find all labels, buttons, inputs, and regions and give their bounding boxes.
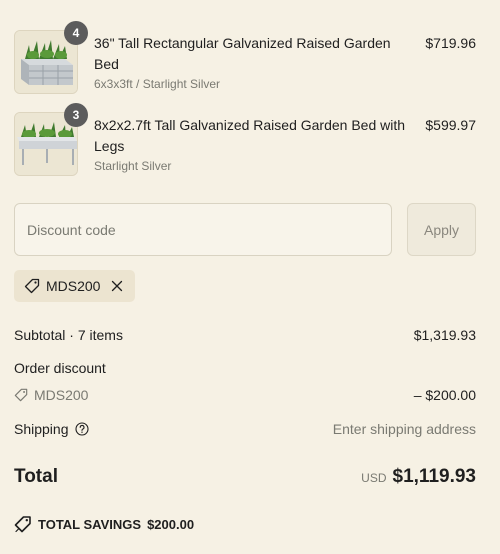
discount-code-label: MDS200 [34,387,89,403]
product-title: 36" Tall Rectangular Galvanized Raised G… [94,35,391,72]
applied-discount-chip: MDS200 [14,270,135,302]
order-discount-label: Order discount [14,360,106,376]
total-label: Total [14,466,58,487]
discount-form: Apply [14,203,476,256]
help-circle-icon[interactable] [74,422,89,436]
shipping-label: Shipping [14,421,69,437]
discount-detail-row: MDS200 – $200.00 [14,387,476,405]
close-icon[interactable] [110,279,124,293]
product-title: 8x2x2.7ft Tall Galvanized Raised Garden … [94,117,406,154]
product-variant: 6x3x3ft / Starlight Silver [94,77,221,91]
shipping-value: Enter shipping address [332,421,476,437]
apply-button[interactable]: Apply [407,203,476,256]
tag-icon [24,278,40,294]
applied-discount-code: MDS200 [46,278,101,294]
order-discount-row: Order discount [14,360,476,376]
subtotal-row: Subtotal · 7 items $1,319.93 [14,327,476,343]
total-row: Total USD $1,119.93 [14,466,476,492]
shipping-row: Shipping Enter shipping address [14,421,476,437]
currency-code: USD [361,471,387,485]
subtotal-label: Subtotal · 7 items [14,327,123,343]
quantity-badge: 4 [64,21,88,45]
discount-code-input[interactable] [14,203,392,256]
cart-item: 4 36" Tall Rectangular Galvanized Raised… [14,21,486,96]
total-value: $1,119.93 [392,466,476,487]
product-price: $599.97 [425,117,476,133]
subtotal-value: $1,319.93 [413,327,476,343]
product-variant: Starlight Silver [94,159,172,173]
discount-value: – $200.00 [413,387,476,403]
tag-icon [14,388,28,402]
cart-item: 3 8x2x2.7ft Tall Galvanized Raised Garde… [14,103,486,178]
total-savings: TOTAL SAVINGS $200.00 [14,515,194,533]
savings-value: $200.00 [147,516,195,532]
tag-icon [14,515,32,533]
quantity-badge: 3 [64,103,88,127]
product-price: $719.96 [425,35,476,51]
savings-label: TOTAL SAVINGS [38,516,142,532]
